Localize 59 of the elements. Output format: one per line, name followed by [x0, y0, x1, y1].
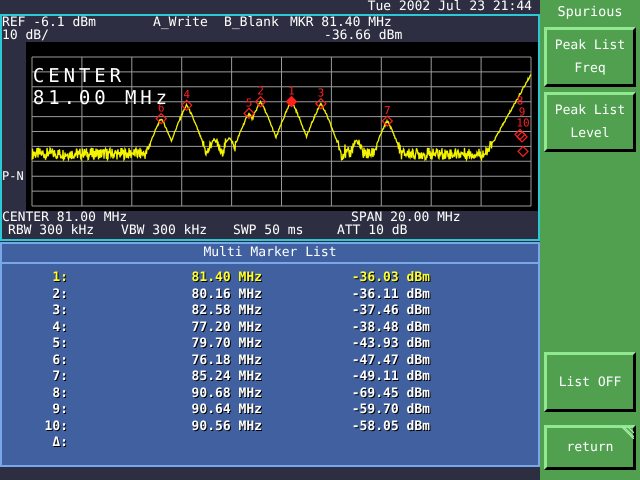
softkey-button[interactable]: Peak List Level [544, 92, 636, 152]
panel-title: Multi Marker List [203, 245, 337, 260]
date-time: Tue 2002 Jul 23 21:44 [368, 0, 532, 14]
marker-level: -36.11 dBm [350, 286, 430, 303]
softkey-button[interactable]: return [544, 425, 636, 470]
scale-label: 10 dB/ [2, 29, 50, 42]
trace-b-label: B_Blank [224, 16, 280, 29]
marker-number: 4: [51, 320, 68, 336]
marker-frequency: 90.56 MHz [190, 418, 262, 435]
marker-number: 5: [51, 336, 68, 352]
rbw-label: RBW 300 kHz [8, 224, 96, 237]
center-frequency-label: CENTER 81.00 MHz [2, 211, 128, 224]
marker-number: 9: [51, 402, 68, 418]
trace-a-label: A_Write [153, 16, 209, 29]
menu-title: Spurious [557, 4, 623, 20]
marker-frequency: 77.20 MHz [190, 320, 262, 336]
marker-frequency: 79.70 MHz [190, 336, 262, 352]
marker-number: 1: [51, 270, 68, 286]
marker-label: 2 [257, 84, 264, 98]
marker-level: -36.03 dBm [350, 270, 430, 286]
marker-label: 1 [288, 84, 295, 98]
sweep-time-label: SWP 50 ms [233, 224, 304, 237]
detector-label: P-N [2, 169, 24, 183]
marker-frequency-label: MKR 81.40 MHz [290, 16, 392, 29]
marker-number: Δ: [51, 435, 68, 452]
marker-level: -43.93 dBm [350, 336, 430, 352]
corner-mark-icon [622, 427, 634, 439]
marker-frequency: 81.40 MHz [190, 270, 262, 286]
softkey-button[interactable]: List OFF [544, 352, 636, 412]
marker-number: 7: [51, 369, 68, 386]
marker-level: -47.47 dBm [350, 352, 430, 369]
marker-level: -58.05 dBm [350, 418, 430, 435]
softkey-button[interactable]: Peak List Freq [544, 27, 636, 87]
marker-frequency: 76.18 MHz [190, 352, 262, 369]
marker-number: 8: [51, 386, 68, 402]
marker-frequency: 85.24 MHz [190, 369, 262, 386]
marker-level: -59.70 dBm [350, 402, 430, 418]
marker-frequency: 80.16 MHz [190, 286, 262, 303]
span-label: SPAN 20.00 MHz [351, 211, 461, 224]
ref-level-label: REF -6.1 dBm [2, 16, 97, 29]
marker-level: -49.11 dBm [350, 369, 430, 386]
marker-label: 9 [518, 105, 526, 118]
marker-number: 6: [51, 352, 68, 369]
marker-number: 10: [44, 418, 68, 435]
marker-level: -37.46 dBm [350, 303, 430, 320]
marker-frequency: 90.68 MHz [190, 386, 262, 402]
marker-frequency: 82.58 MHz [190, 303, 262, 320]
marker-level: -69.45 dBm [350, 386, 430, 402]
marker-label: 7 [384, 104, 390, 118]
marker-frequency: 90.64 MHz [190, 402, 262, 418]
marker-number: 3: [51, 303, 68, 320]
marker-label: 3 [318, 86, 324, 100]
marker-label: 10 [516, 116, 530, 130]
marker-number: 2: [51, 286, 68, 303]
attenuation-label: ATT 10 dB [337, 224, 408, 237]
marker-label: 4 [183, 88, 190, 102]
marker-level-label: -36.66 dBm [324, 29, 402, 42]
vbw-label: VBW 300 kHz [121, 224, 208, 237]
marker-level: -38.48 dBm [350, 320, 430, 336]
